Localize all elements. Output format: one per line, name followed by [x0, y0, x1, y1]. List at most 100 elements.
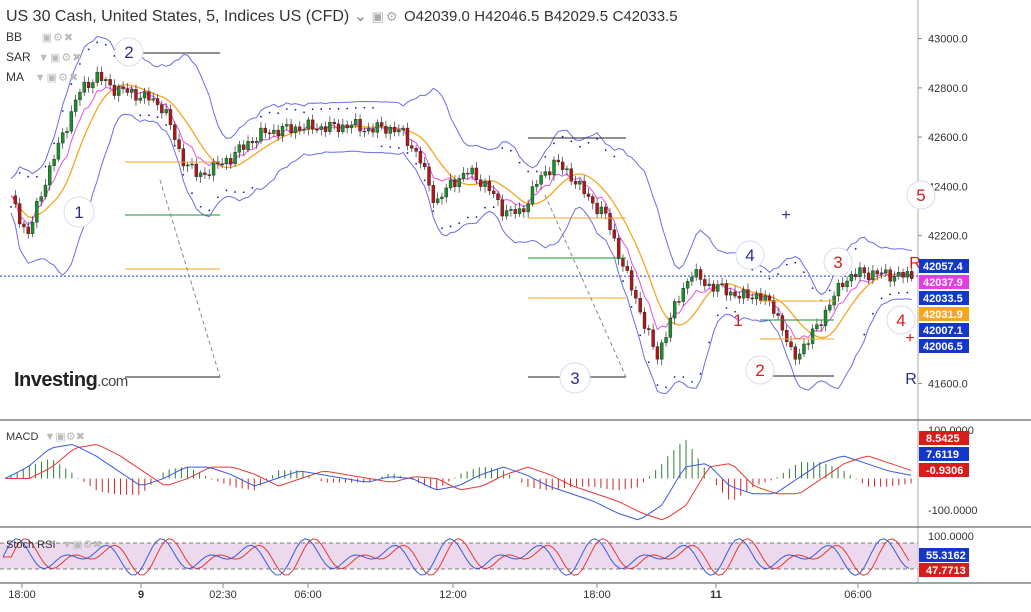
sar-dot [647, 361, 650, 364]
sar-dot [794, 261, 797, 264]
wave-label: 3 [570, 369, 579, 388]
sar-dot [863, 333, 866, 336]
candle-body [616, 237, 621, 260]
price-tag-label: 42006.5 [923, 341, 963, 353]
candle-body [728, 291, 733, 296]
moving-average-line [10, 84, 912, 339]
candle-body [487, 180, 492, 192]
candle-body [720, 283, 724, 285]
bollinger-lower-line [10, 113, 912, 395]
sar-dot [691, 380, 693, 383]
value-tag-label: 55.3162 [926, 550, 966, 562]
sar-dot [260, 115, 262, 118]
candle-body [595, 202, 599, 214]
candle-body [668, 317, 673, 338]
candle-body [211, 161, 216, 176]
candle-body [909, 271, 914, 279]
indicator-sar[interactable]: SAR ▼▣⚙✖ [6, 50, 82, 64]
candle-body [560, 161, 565, 170]
candle-body [483, 180, 487, 187]
candle-body [853, 273, 858, 277]
stoch-rsi-pane-label[interactable]: Stoch RSI ▼▣⚙✖ [6, 538, 102, 551]
candle-body [121, 86, 125, 90]
sar-dot [880, 297, 883, 300]
sar-dot [354, 107, 357, 109]
sar-dot [363, 106, 366, 109]
candle-body [629, 270, 634, 291]
settings-icons[interactable]: ▣⚙ [372, 9, 400, 24]
sar-dot [242, 191, 245, 194]
candle-body [332, 122, 336, 125]
candle-body [345, 124, 349, 129]
candle-body [832, 295, 836, 306]
candle-body [681, 288, 685, 302]
wave-label: 1 [74, 203, 83, 222]
sar-dot [518, 161, 521, 164]
candle-body [897, 272, 901, 277]
candle-body [267, 132, 272, 135]
candle-body [569, 168, 573, 182]
candle-body [263, 127, 267, 134]
gear-icon[interactable]: ▼▣⚙✖ [27, 72, 79, 84]
candle-body [423, 162, 427, 168]
candle-body [888, 269, 892, 282]
candle-body [56, 142, 61, 160]
candle-body [836, 282, 841, 297]
candle-body [849, 273, 854, 282]
sar-dot [587, 141, 590, 144]
indicator-ma[interactable]: MA ▼▣⚙✖ [6, 70, 79, 84]
sar-dot [811, 287, 814, 290]
indicator-bb[interactable]: BB ▣⚙✖ [6, 30, 74, 44]
sar-dot [329, 107, 331, 110]
candle-body [866, 272, 871, 280]
wave-label: 4 [745, 246, 754, 265]
gear-icon[interactable]: ▼▣⚙✖ [34, 52, 82, 64]
gear-icon[interactable]: ▼▣⚙✖ [41, 431, 85, 443]
trading-chart[interactable]: 43000.0 42800.0 42600.0 42400.0 42200.0 41600… [0, 0, 1031, 607]
candle-body [737, 295, 742, 299]
candle-body [707, 283, 711, 286]
candle-body [535, 184, 539, 187]
trend-dashed-line [544, 194, 627, 378]
sar-dot [139, 114, 142, 117]
candle-body [543, 171, 548, 176]
candle-body [190, 163, 194, 166]
candle-body [362, 130, 367, 133]
candle-body [802, 343, 806, 355]
candle-body [147, 91, 151, 101]
candle-body [522, 208, 526, 213]
candle-body [479, 179, 483, 187]
cross-marker: + [781, 207, 790, 224]
candle-body [750, 297, 754, 300]
high-value: H42046.5 [474, 8, 540, 25]
candle-body [690, 276, 694, 282]
macd-pane-label[interactable]: MACD ▼▣⚙✖ [6, 430, 85, 443]
candle-body [164, 109, 168, 114]
candle-body [22, 223, 26, 228]
chart-canvas[interactable]: 43000.042800.042600.042400.042200.041600… [0, 0, 1031, 607]
sar-dot [277, 112, 280, 115]
candle-body [573, 181, 578, 185]
sar-dot [716, 314, 719, 317]
candle-body [547, 171, 552, 176]
candle-body [785, 330, 789, 342]
candle-body [517, 208, 522, 214]
chart-header: US 30 Cash, United States, 5, Indices US… [6, 6, 678, 26]
candle-body [237, 144, 242, 153]
sar-dot [630, 306, 633, 308]
sar-dot [346, 107, 349, 110]
x-tick-label: 18:00 [8, 589, 36, 601]
gear-icon[interactable]: ▼▣⚙✖ [59, 539, 102, 551]
x-tick-label: 06:00 [844, 589, 872, 601]
chevron-down-icon[interactable]: ⌄ [354, 8, 367, 25]
candle-body [431, 185, 436, 203]
candle-body [401, 127, 405, 131]
sar-dot [828, 289, 831, 292]
sar-dot [458, 222, 461, 225]
gear-icon[interactable]: ▣⚙✖ [25, 32, 74, 44]
candle-body [198, 172, 203, 177]
price-tag-label: 42033.5 [923, 293, 963, 305]
sar-dot [156, 116, 159, 119]
candle-body [168, 109, 173, 125]
candle-body [604, 206, 608, 214]
